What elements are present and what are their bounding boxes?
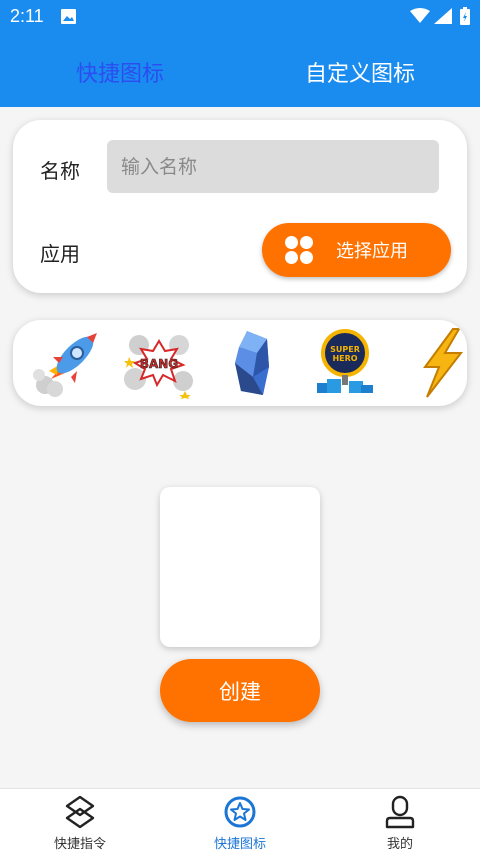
status-bar: 2:11 — [0, 0, 480, 34]
bang-comic-sticker-icon[interactable]: BANG — [123, 327, 195, 399]
name-input[interactable] — [107, 140, 439, 193]
choose-app-button[interactable]: 选择应用 — [262, 223, 451, 277]
icon-picker-strip: BANG SUPER HERO — [13, 320, 467, 406]
lightning-bolt-sticker-icon[interactable] — [405, 327, 467, 399]
signal-icon — [434, 8, 452, 24]
shortcut-form-card: 名称 应用 选择应用 — [13, 120, 467, 293]
tab-custom-icons[interactable]: 自定义图标 — [260, 56, 460, 88]
wifi-icon — [410, 8, 430, 23]
nav-label-quick-icons: 快捷图标 — [213, 837, 266, 852]
create-button[interactable]: 创建 — [160, 659, 320, 722]
icon-preview — [160, 487, 320, 647]
nav-item-mine[interactable]: 我的 — [320, 789, 480, 854]
status-time: 2:11 — [10, 6, 44, 26]
app-label: 应用 — [40, 242, 80, 266]
profile-icon — [385, 795, 415, 829]
blue-crystal-sticker-icon[interactable] — [217, 327, 289, 399]
super-hero-badge-sticker-icon[interactable]: SUPER HERO — [309, 327, 381, 399]
choose-app-label: 选择应用 — [336, 241, 408, 262]
bottom-navigation: 快捷指令 快捷图标 我的 — [0, 788, 480, 854]
rocket-sticker-icon[interactable] — [31, 327, 103, 399]
image-notification-icon — [61, 9, 76, 24]
nav-item-shortcuts[interactable]: 快捷指令 — [0, 789, 160, 854]
battery-charging-icon — [460, 7, 470, 25]
svg-text:BANG: BANG — [140, 357, 178, 371]
nav-label-mine: 我的 — [386, 837, 413, 852]
shortcut-icon — [65, 795, 95, 829]
app-header: 2:11 快捷图标 自定义图标 — [0, 0, 480, 107]
name-label: 名称 — [40, 159, 80, 183]
svg-text:HERO: HERO — [332, 354, 357, 363]
star-badge-icon — [224, 796, 256, 828]
svg-text:SUPER: SUPER — [330, 345, 360, 354]
nav-item-quick-icons[interactable]: 快捷图标 — [160, 789, 320, 854]
tab-quick-icons[interactable]: 快捷图标 — [20, 56, 220, 88]
apps-grid-icon — [285, 236, 313, 264]
nav-label-shortcuts: 快捷指令 — [53, 837, 106, 852]
